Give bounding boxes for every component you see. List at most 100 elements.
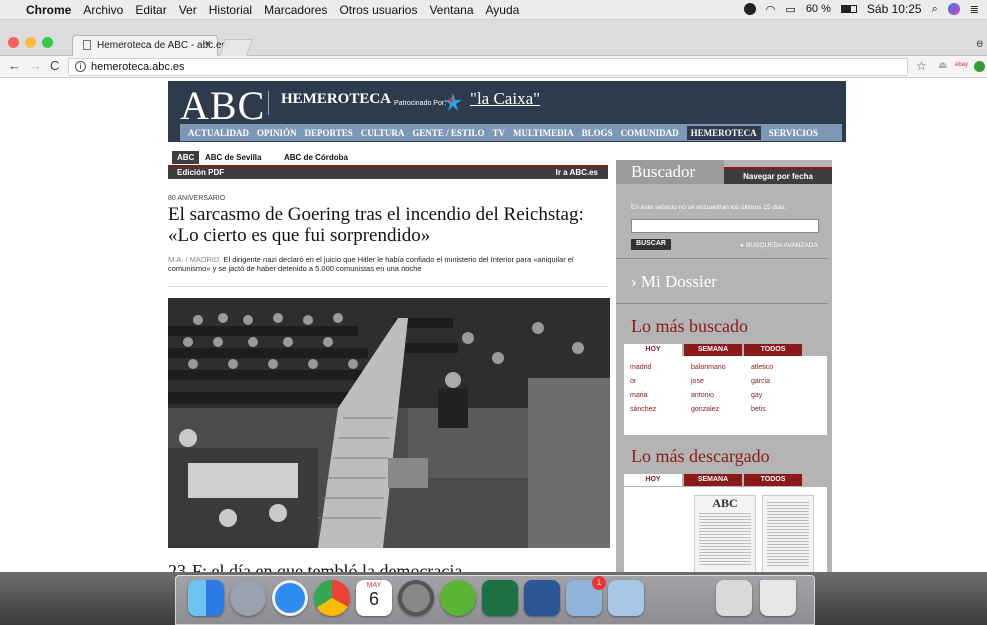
ebay-extension-icon[interactable]: ebay <box>955 62 968 68</box>
launchpad-icon[interactable] <box>230 580 266 616</box>
menu-ventana[interactable]: Ventana <box>429 3 473 17</box>
minimize-window-button[interactable] <box>25 37 36 48</box>
article-headline[interactable]: El sarcasmo de Goering tras el incendio … <box>168 204 610 246</box>
hemeroteca-title[interactable]: HEMEROTECA <box>281 91 391 108</box>
menu-historial[interactable]: Historial <box>209 3 252 17</box>
status-app-icon[interactable] <box>743 3 756 15</box>
sidebar: Buscador Navegar por fecha En este servi… <box>616 160 832 582</box>
new-tab-button[interactable] <box>218 39 254 56</box>
mail-icon[interactable]: 1 <box>566 576 606 616</box>
close-window-button[interactable] <box>8 37 19 48</box>
nav-actualidad[interactable]: ACTUALIDAD <box>188 128 249 138</box>
article-summary: El dirigente nazi declaró en el juicio q… <box>168 255 574 273</box>
system-preferences-icon[interactable] <box>398 580 434 616</box>
pdf-edition-link[interactable]: Edición PDF <box>177 168 224 177</box>
clock[interactable]: Sáb 10:25 <box>867 2 922 16</box>
term-link[interactable]: betis <box>751 406 766 413</box>
most-downloaded-tabs: HOY SEMANA TODOS <box>624 474 822 486</box>
dossier-link[interactable]: › Mi Dossier <box>631 272 717 292</box>
abc-logo[interactable]: ABC <box>180 82 265 129</box>
spotlight-icon[interactable]: ⌕ <box>932 3 938 16</box>
newspaper-thumbnail[interactable]: ABC <box>694 495 756 575</box>
menu-editar[interactable]: Editar <box>135 3 166 17</box>
dock-shelf: MAY 6 1 <box>175 575 815 625</box>
nav-gente-estilo[interactable]: GENTE / ESTILO <box>412 128 484 138</box>
term-link[interactable]: balonmano <box>691 364 726 371</box>
search-input[interactable] <box>631 219 819 233</box>
newspaper-thumbnail[interactable] <box>762 495 814 575</box>
term-link[interactable]: maria <box>630 392 648 399</box>
menu-marcadores[interactable]: Marcadores <box>264 3 327 17</box>
excel-icon[interactable] <box>482 580 518 616</box>
tab-todos[interactable]: TODOS <box>744 474 802 486</box>
nav-blogs[interactable]: BLOGS <box>582 128 613 138</box>
go-to-abc-link[interactable]: Ir a ABC.es <box>556 168 598 177</box>
tab-close-icon[interactable]: × <box>205 38 211 50</box>
nav-servicios[interactable]: SERVICIOS <box>769 128 818 138</box>
menu-ayuda[interactable]: Ayuda <box>486 3 520 17</box>
nav-multimedia[interactable]: MULTIMEDIA <box>513 128 574 138</box>
airplay-icon[interactable]: ▭ <box>785 3 795 16</box>
term-link[interactable]: garcia <box>751 378 770 385</box>
nav-deportes[interactable]: DEPORTES <box>305 128 353 138</box>
term-link[interactable]: jose <box>691 378 704 385</box>
utorrent-icon[interactable] <box>440 580 476 616</box>
zoom-window-button[interactable] <box>42 37 53 48</box>
siri-icon[interactable] <box>947 3 960 15</box>
tab-semana[interactable]: SEMANA <box>684 344 742 356</box>
nav-tv[interactable]: TV <box>492 128 505 138</box>
main-nav: ACTUALIDAD OPINIÓN DEPORTES CULTURA GENT… <box>180 124 842 141</box>
tab-hoy[interactable]: HOY <box>624 474 682 486</box>
tab-semana[interactable]: SEMANA <box>684 474 742 486</box>
chrome-icon[interactable] <box>314 580 350 616</box>
address-bar[interactable]: i hemeroteca.abc.es <box>68 58 908 76</box>
article-kicker: 80 ANIVERSARIO <box>168 195 226 202</box>
safari-icon[interactable] <box>272 580 308 616</box>
tab-hoy[interactable]: HOY <box>624 344 682 356</box>
term-link[interactable]: gay <box>751 392 762 399</box>
notification-center-icon[interactable]: ≣ <box>970 3 979 16</box>
menu-archivo[interactable]: Archivo <box>83 3 123 17</box>
battery-icon[interactable] <box>840 5 857 13</box>
wifi-icon[interactable]: ◠ <box>766 3 776 16</box>
app-menu[interactable]: Chrome <box>26 3 71 17</box>
advanced-search-link[interactable]: ▸ BUSQUEDA AVANZADA <box>741 241 818 249</box>
nav-cultura[interactable]: CULTURA <box>361 128 405 138</box>
buscador-tab[interactable]: Buscador <box>616 160 724 184</box>
back-button[interactable]: ← <box>8 58 21 73</box>
search-button[interactable]: BUSCAR <box>631 239 671 250</box>
word-icon[interactable] <box>524 580 560 616</box>
green-extension-icon[interactable] <box>974 61 985 72</box>
profile-icon[interactable]: ɵ <box>976 36 983 50</box>
tab-abc-cordoba[interactable]: ABC de Córdoba <box>284 153 348 162</box>
forward-button[interactable]: → <box>29 58 42 73</box>
menu-otros-usuarios[interactable]: Otros usuarios <box>339 3 417 17</box>
browse-by-date-tab[interactable]: Navegar por fecha <box>724 167 832 184</box>
tab-abc-sevilla[interactable]: ABC de Sevilla <box>205 153 261 162</box>
term-link[interactable]: sánchez <box>630 406 656 413</box>
term-link[interactable]: madrid <box>630 364 651 371</box>
nav-hemeroteca[interactable]: HEMEROTECA <box>686 125 761 140</box>
menu-ver[interactable]: Ver <box>179 3 197 17</box>
term-link[interactable]: antonio <box>691 392 714 399</box>
preview-icon[interactable] <box>608 580 644 616</box>
info-icon[interactable]: i <box>75 61 86 72</box>
term-link[interactable]: atletico <box>751 364 773 371</box>
tab-abc[interactable]: ABC <box>172 151 200 164</box>
nav-comunidad[interactable]: COMUNIDAD <box>621 128 679 138</box>
finder-icon[interactable] <box>188 580 224 616</box>
browser-tab[interactable]: Hemeroteca de ABC - abc.es × <box>72 35 227 56</box>
reload-button[interactable]: C <box>50 58 59 73</box>
nav-opinion[interactable]: OPINIÓN <box>257 128 297 138</box>
term-link[interactable]: or <box>630 378 636 385</box>
article-byline: M.A. / MADRID. <box>168 255 222 264</box>
bookmark-star-icon[interactable]: ☆ <box>916 59 927 73</box>
tab-todos[interactable]: TODOS <box>744 344 802 356</box>
files-icon[interactable] <box>716 580 752 616</box>
article-photo[interactable] <box>168 298 610 548</box>
calendar-icon[interactable]: MAY 6 <box>356 580 392 616</box>
extension-icon[interactable]: ⏏ <box>938 60 947 71</box>
term-link[interactable]: gonzalez <box>691 406 719 413</box>
sponsor-name[interactable]: "la Caixa" <box>470 89 540 109</box>
trash-icon[interactable] <box>760 580 796 616</box>
